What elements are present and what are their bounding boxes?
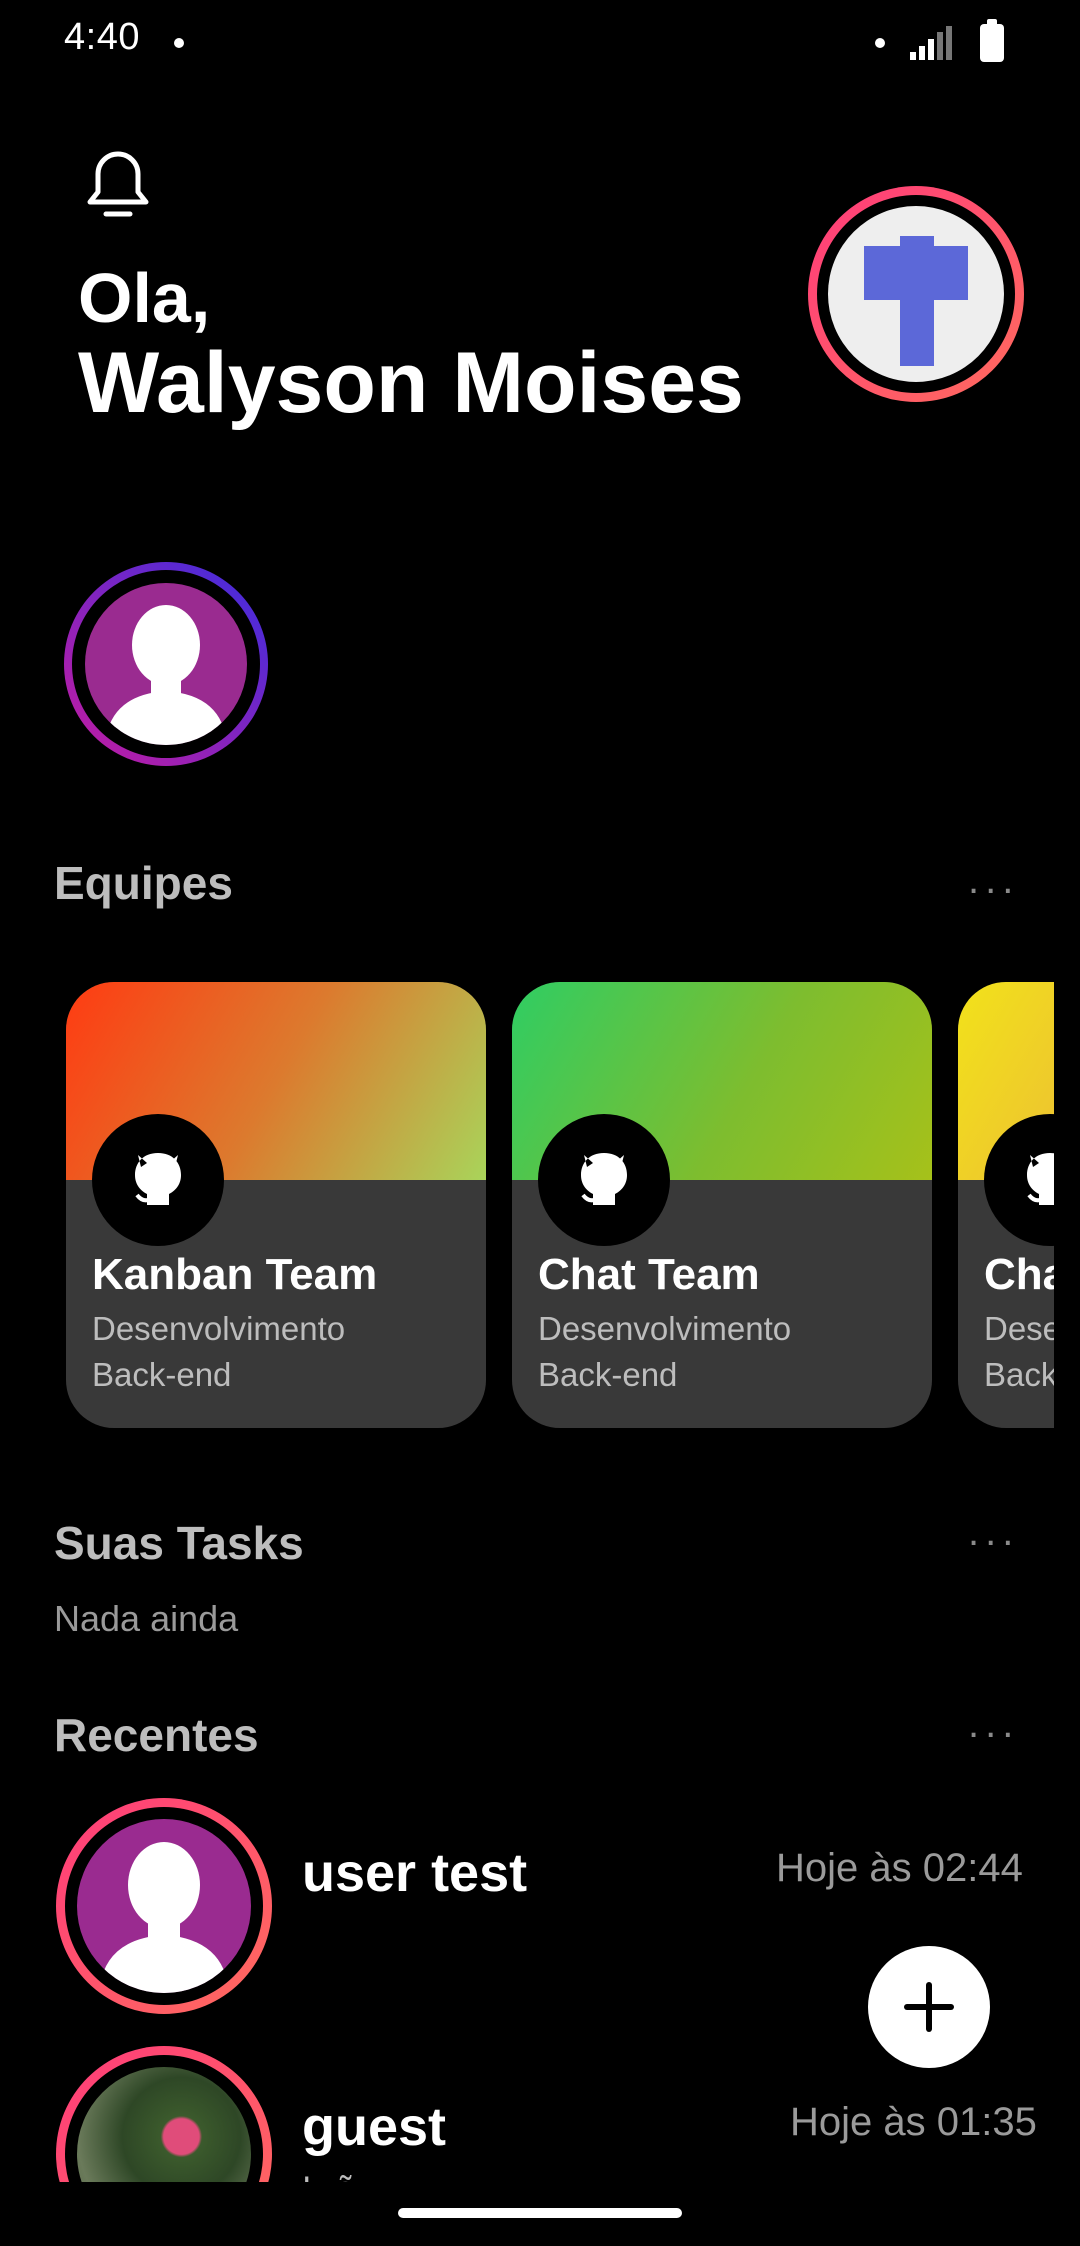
team-card[interactable]: Chat Team Desenvolvimento Back-end: [958, 982, 1054, 1428]
notification-dot-icon: [174, 38, 184, 48]
user-name: Walyson Moises: [78, 335, 744, 431]
team-card[interactable]: Chat Team Desenvolvimento Back-end: [512, 982, 932, 1428]
story-avatar[interactable]: [64, 562, 268, 766]
signal-icon: [910, 26, 952, 60]
recent-name: user test: [302, 1843, 528, 1903]
team-description: Desenvolvimento Back-end: [92, 1310, 346, 1393]
recent-time: Hoje às 02:44: [776, 1846, 1023, 1890]
team-name: Chat Team: [538, 1250, 760, 1299]
teams-carousel[interactable]: Kanban Team Desenvolvimento Back-end Cha…: [66, 982, 1054, 1430]
teams-section-title: Equipes: [54, 857, 233, 909]
profile-avatar[interactable]: [808, 186, 1024, 402]
tasks-section-title: Suas Tasks: [54, 1517, 304, 1569]
plus-icon: [904, 1982, 954, 2032]
github-icon: [92, 1114, 224, 1246]
recent-section-title: Recentes: [54, 1709, 259, 1761]
add-button[interactable]: [868, 1946, 990, 2068]
tasks-empty-text: Nada ainda: [54, 1598, 239, 1639]
greeting-hello: Ola,: [78, 259, 211, 337]
bell-icon[interactable]: [80, 140, 156, 224]
recent-preview: Iwã: [302, 2170, 355, 2182]
greeting: Ola, Walyson Moises: [78, 258, 744, 428]
default-user-avatar: [77, 1819, 251, 1993]
team-name: Chat Team: [984, 1250, 1054, 1299]
recent-more-icon[interactable]: ...: [968, 1702, 1019, 1747]
profile-identicon: [828, 206, 1004, 382]
tasks-more-icon[interactable]: ...: [968, 1510, 1019, 1555]
team-description: Desenvolvimento Back-end: [538, 1310, 792, 1393]
user-photo-avatar: [77, 2067, 251, 2182]
teams-more-icon[interactable]: ...: [968, 858, 1019, 903]
battery-icon: [980, 19, 1004, 62]
status-dot-icon: [875, 38, 885, 48]
recent-name: guest: [302, 2097, 447, 2157]
status-time: 4:40: [64, 16, 140, 58]
team-name: Kanban Team: [92, 1250, 378, 1299]
github-icon: [538, 1114, 670, 1246]
recent-time: Hoje às 01:35: [790, 2100, 1037, 2144]
team-description: Desenvolvimento Back-end: [984, 1310, 1054, 1393]
home-gesture-bar[interactable]: [398, 2208, 682, 2218]
default-user-avatar: [85, 583, 247, 745]
status-bar: 4:40: [0, 0, 1080, 84]
team-card[interactable]: Kanban Team Desenvolvimento Back-end: [66, 982, 486, 1428]
